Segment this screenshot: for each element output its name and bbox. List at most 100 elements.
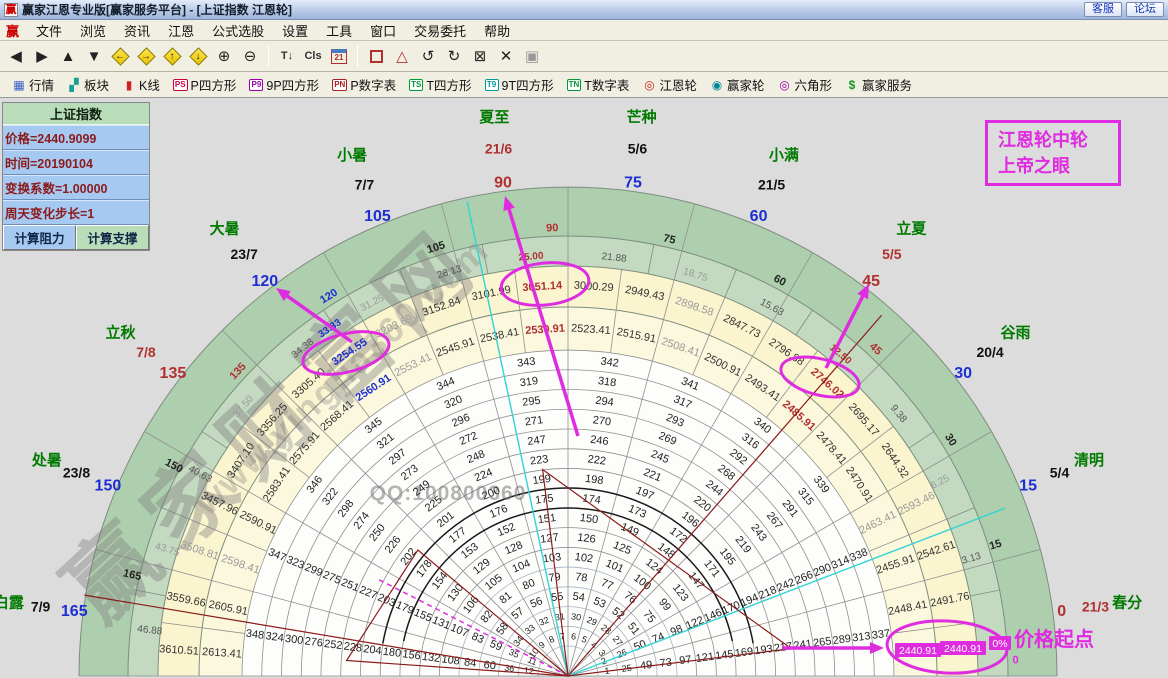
- wheel-cell-label: 324: [265, 630, 285, 644]
- panel-button-计算支撑[interactable]: 计算支撑: [76, 225, 149, 250]
- panel-title: 上证指数: [3, 103, 149, 125]
- wheel-cell-label: 30: [571, 611, 582, 622]
- gann-wheel-chart[interactable]: 赢家财富网www.yingjia360.comQQ:10080036012345…: [0, 0, 1168, 678]
- window-title: 赢家江恩专业版[赢家服务平台] - [上证指数 江恩轮]: [22, 1, 292, 18]
- view-label: 行情: [29, 75, 54, 94]
- delete-box-icon[interactable]: ⊠: [468, 44, 492, 68]
- panel-field-0: 价格=2440.9099: [3, 125, 149, 150]
- panel-button-计算阻力[interactable]: 计算阻力: [3, 225, 76, 250]
- wheel-cell-label: 105: [364, 208, 391, 225]
- wheel-cell-label: 270: [592, 414, 612, 428]
- view-label: 9T四方形: [502, 75, 554, 94]
- index-info-panel: 上证指数 价格=2440.9099时间=20190104变换系数=1.00000…: [2, 102, 150, 251]
- wheel-cell-label: 75: [624, 174, 642, 191]
- zoom-in-icon[interactable]: ⊕: [212, 44, 236, 68]
- pan-up-icon[interactable]: ↑: [160, 44, 184, 68]
- pan-down-icon[interactable]: ↓: [186, 44, 210, 68]
- menu-item-公式选股[interactable]: 公式选股: [203, 19, 273, 42]
- forum-button[interactable]: 论坛: [1126, 2, 1164, 17]
- zoom-out-icon[interactable]: ⊖: [238, 44, 262, 68]
- app-logo-icon: 赢: [4, 3, 18, 17]
- wheel-cell-label: 谷雨: [1000, 325, 1030, 342]
- menu-item-设置[interactable]: 设置: [273, 19, 317, 42]
- menu-item-工具[interactable]: 工具: [317, 19, 361, 42]
- view-button-行情[interactable]: ▦行情: [6, 73, 60, 96]
- view-button-六角形[interactable]: ◎六角形: [771, 73, 838, 96]
- menu-item-窗口[interactable]: 窗口: [361, 19, 405, 42]
- flag-down-icon[interactable]: ▼: [82, 44, 106, 68]
- view-button-赢家服务[interactable]: $赢家服务: [839, 73, 918, 96]
- wheel-cell-label: 90: [546, 222, 559, 234]
- menu-item-江恩[interactable]: 江恩: [159, 19, 203, 42]
- view-button-9T四方形[interactable]: T99T四方形: [479, 73, 560, 96]
- wheel-cell-label: 23/8: [63, 464, 90, 480]
- wheel-cell-label: 165: [61, 603, 88, 620]
- view-label: 板块: [84, 75, 109, 94]
- winner-wheel-icon: ◉: [710, 78, 724, 92]
- triangle-tool-icon[interactable]: △: [390, 44, 414, 68]
- wheel-cell-label: 318: [597, 375, 617, 389]
- menu-item-浏览[interactable]: 浏览: [71, 19, 115, 42]
- wheel-cell-label: 12: [523, 665, 534, 676]
- wheel-cell-label: 198: [584, 473, 604, 487]
- panel-field-1: 时间=20190104: [3, 150, 149, 175]
- wheel-cell-label: 102: [574, 551, 594, 565]
- rotate-ccw-icon[interactable]: ↺: [416, 44, 440, 68]
- quotes-grid-icon: ▦: [12, 78, 26, 92]
- view-button-K线[interactable]: ▮K线: [116, 73, 166, 96]
- nav-forward-icon[interactable]: ▶: [30, 44, 54, 68]
- support-button[interactable]: 客服: [1084, 2, 1122, 17]
- view-label: T数字表: [584, 75, 629, 94]
- panel-rows: 价格=2440.9099时间=20190104变换系数=1.00000周天变化步…: [3, 125, 149, 225]
- menu-item-资讯[interactable]: 资讯: [115, 19, 159, 42]
- wheel-cell-label: 204: [362, 643, 382, 657]
- p-table-icon: PN: [332, 79, 347, 91]
- flag-up-icon[interactable]: ▲: [56, 44, 80, 68]
- view-label: T四方形: [426, 75, 471, 94]
- wheel-cell-label: 21/6: [485, 141, 512, 157]
- board-icon[interactable]: ▣: [520, 44, 544, 68]
- scale-tool-icon[interactable]: T↓: [275, 44, 299, 68]
- view-button-9P四方形[interactable]: P99P四方形: [243, 73, 325, 96]
- wheel-cell-label: 151: [537, 512, 557, 526]
- pan-left-icon[interactable]: ←: [108, 44, 132, 68]
- menu-item-帮助[interactable]: 帮助: [475, 19, 519, 42]
- wheel-cell-label: 294: [595, 395, 615, 409]
- calendar-icon[interactable]: 21: [327, 44, 351, 68]
- wheel-cell-label: 247: [527, 434, 547, 448]
- wheel-cell-label: 2440.91: [899, 645, 937, 657]
- view-button-P数字表[interactable]: PNP数字表: [326, 73, 402, 96]
- wheel-cell-label: 立秋: [106, 324, 137, 342]
- rotate-cw-icon[interactable]: ↻: [442, 44, 466, 68]
- view-button-板块[interactable]: ▞板块: [61, 73, 115, 96]
- wheel-cell-label: 246: [589, 434, 609, 448]
- cls-tool[interactable]: Cls: [301, 44, 325, 68]
- view-label: 江恩轮: [659, 75, 697, 94]
- wheel-cell-label: 79: [548, 571, 562, 584]
- menu-item-交易委托[interactable]: 交易委托: [405, 19, 475, 42]
- view-button-P四方形[interactable]: PSP四方形: [167, 73, 243, 96]
- ninep-square-icon: P9: [249, 79, 263, 91]
- wheel-cell-label: 319: [519, 375, 539, 389]
- wheel-cell-label: 103: [542, 551, 562, 565]
- wheel-cell-label: 289: [832, 633, 852, 647]
- center-cross-icon[interactable]: ✕: [494, 44, 518, 68]
- wheel-cell-label: 夏至: [478, 109, 509, 126]
- view-button-赢家轮[interactable]: ◉赢家轮: [704, 73, 771, 96]
- wheel-cell-label: 0%: [992, 638, 1007, 650]
- view-button-T数字表[interactable]: TNT数字表: [561, 73, 636, 96]
- watermark: QQ:100800360: [370, 482, 527, 505]
- wheel-cell-label: 223: [529, 453, 549, 467]
- wheel-cell-label: 21/3: [1082, 599, 1109, 615]
- view-button-T四方形[interactable]: TST四方形: [403, 73, 477, 96]
- pan-right-icon[interactable]: →: [134, 44, 158, 68]
- menu-item-文件[interactable]: 文件: [27, 19, 71, 42]
- square-tool-icon[interactable]: [364, 44, 388, 68]
- wheel-cell-label: 白露: [0, 593, 25, 611]
- wheel-cell-label: 芒种: [627, 108, 657, 126]
- view-button-江恩轮[interactable]: ◎江恩轮: [636, 73, 703, 96]
- wheel-cell-label: 252: [323, 638, 343, 652]
- panel-field-3: 周天变化步长=1: [3, 200, 149, 225]
- view-label: P数字表: [350, 75, 396, 94]
- nav-back-icon[interactable]: ◀: [4, 44, 28, 68]
